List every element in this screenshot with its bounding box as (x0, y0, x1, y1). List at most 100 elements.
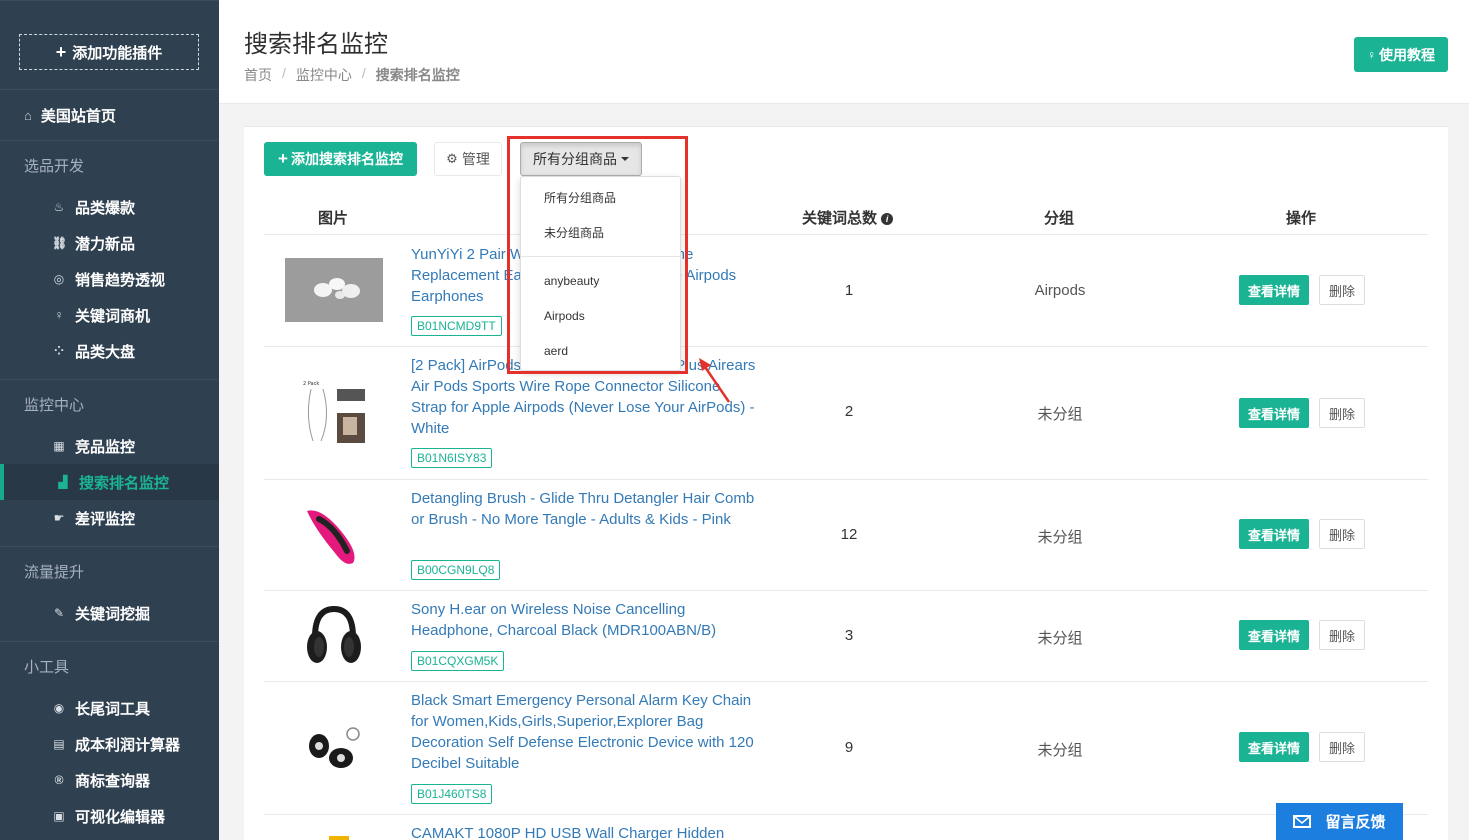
delete-button[interactable]: 删除 (1319, 519, 1365, 549)
registered-icon: ® (54, 773, 64, 787)
view-details-button[interactable]: 查看详情 (1239, 275, 1309, 305)
sidebar-add-wrap: + 添加功能插件 (0, 0, 219, 90)
asin-badge: B01J460TS8 (411, 784, 493, 804)
sidebar-item-label: 品类爆款 (75, 199, 136, 217)
annotation-arrow-icon (699, 358, 731, 403)
view-details-button[interactable]: 查看详情 (1239, 620, 1309, 650)
flame-icon: ♨ (53, 200, 65, 214)
group-name: 未分组 (1037, 630, 1083, 647)
sidebar-item-label: 差评监控 (75, 510, 136, 528)
add-plugin-button[interactable]: + 添加功能插件 (19, 34, 199, 70)
sidebar-section-traffic: 流量提升 ✎ 关键词挖掘 (0, 547, 219, 642)
asin-badge: B01CQXGM5K (411, 651, 505, 671)
sidebar-item-review-monitor[interactable]: ☛ 差评监控 (0, 500, 219, 536)
manage-label: 管理 (461, 151, 490, 167)
table-row: CAMAKT 1080P HD USB Wall Charger Hidden (264, 815, 1428, 840)
keyword-count: 2 (844, 403, 854, 420)
sidebar: + 添加功能插件 ⌂ 美国站首页 选品开发 ♨ 品类爆款 ⛓ 潜力新品 ◎ 销售趋势透… (0, 0, 219, 840)
view-details-button[interactable]: 查看详情 (1239, 732, 1309, 762)
column-header-image: 图片 (318, 210, 349, 227)
svg-text:2 Pack: 2 Pack (303, 381, 319, 387)
keyword-count: 1 (844, 282, 854, 299)
sidebar-item-keyword-mining[interactable]: ✎ 关键词挖掘 (0, 595, 219, 631)
sidebar-home-label: 美国站首页 (40, 107, 116, 125)
info-icon[interactable]: i (881, 213, 894, 225)
product-title-link[interactable]: CAMAKT 1080P HD USB Wall Charger Hidden (411, 823, 756, 840)
main-panel: + 添加搜索排名监控 ⚙ 管理 所有分组商品 图片 关键词总数 i 分组 操作 (244, 126, 1448, 840)
sidebar-item-label: 成本利润计算器 (75, 736, 181, 754)
keyword-count: 9 (844, 739, 854, 756)
sidebar-item-profit-calculator[interactable]: ▤ 成本利润计算器 (0, 726, 219, 762)
keyword-count: 3 (844, 627, 854, 644)
product-image (301, 829, 367, 840)
envelope-icon (1293, 815, 1312, 828)
view-details-button[interactable]: 查看详情 (1239, 519, 1309, 549)
delete-button[interactable]: 删除 (1319, 732, 1365, 762)
view-details-button[interactable]: 查看详情 (1239, 398, 1309, 428)
sidebar-item-label: 关键词商机 (75, 307, 151, 325)
sidebar-item-label: 潜力新品 (75, 235, 136, 253)
group-name: 未分组 (1037, 742, 1083, 759)
sidebar-item-longtail-tool[interactable]: ◉ 长尾词工具 (0, 690, 219, 726)
breadcrumb-home[interactable]: 首页 (244, 65, 272, 85)
sidebar-item-category-hot[interactable]: ♨ 品类爆款 (0, 189, 219, 225)
add-search-rank-label: 添加搜索排名监控 (290, 151, 403, 167)
breadcrumb-separator: / (361, 65, 366, 81)
column-header-group: 分组 (1044, 210, 1075, 227)
sidebar-item-sales-trend[interactable]: ◎ 销售趋势透视 (0, 261, 219, 297)
column-header-keyword-count: 关键词总数 (802, 210, 878, 227)
page-title: 搜索排名监控 (244, 31, 388, 58)
product-title-link[interactable]: Sony H.ear on Wireless Noise Cancelling … (411, 599, 751, 641)
sidebar-item-visual-editor[interactable]: ▣ 可视化编辑器 (0, 798, 219, 834)
plus-icon: + (55, 41, 67, 62)
sidebar-item-keyword-opportunity[interactable]: ♀ 关键词商机 (0, 297, 219, 333)
sidebar-item-competitor-monitor[interactable]: ▦ 竞品监控 (0, 428, 219, 464)
breadcrumb-monitor[interactable]: 监控中心 (296, 65, 352, 85)
sidebar-section-tools: 小工具 ◉ 长尾词工具 ▤ 成本利润计算器 ® 商标查询器 ▣ 可视化编辑器 (0, 642, 219, 840)
edit-icon: ✎ (53, 606, 65, 620)
column-header-keyword-count-wrap: 关键词总数 i (802, 207, 894, 228)
page-header: 搜索排名监控 首页 / 监控中心 / 搜索排名监控 ♀ 使用教程 (219, 0, 1469, 104)
asin-badge: B01NCMD9TT (411, 316, 502, 336)
calculator-icon: ▤ (53, 737, 65, 751)
product-image (285, 258, 383, 325)
sidebar-item-home[interactable]: ⌂ 美国站首页 (0, 90, 219, 141)
delete-button[interactable]: 删除 (1319, 275, 1365, 305)
feedback-label: 留言反馈 (1325, 814, 1386, 831)
product-title-link[interactable]: Black Smart Emergency Personal Alarm Key… (411, 690, 756, 774)
breadcrumb-separator: / (282, 65, 286, 81)
globe-icon: ◎ (53, 272, 65, 286)
feedback-button[interactable]: 留言反馈 (1276, 803, 1403, 840)
sidebar-section-title: 流量提升 (24, 563, 85, 581)
sidebar-item-trademark-search[interactable]: ® 商标查询器 (0, 762, 219, 798)
add-plugin-label: 添加功能插件 (72, 44, 163, 62)
link-icon: ⛓ (52, 236, 68, 250)
asin-badge: B00CGN9LQ8 (411, 560, 501, 580)
product-image: 2 Pack (301, 377, 367, 450)
table-row: Black Smart Emergency Personal Alarm Key… (264, 682, 1428, 815)
manage-button[interactable]: ⚙ 管理 (434, 142, 502, 176)
delete-button[interactable]: 删除 (1319, 620, 1365, 650)
sidebar-section-title: 选品开发 (24, 157, 85, 175)
grid-icon: ⁘ (53, 344, 65, 358)
lightbulb-icon: ♀ (1367, 47, 1376, 62)
sidebar-section-monitor: 监控中心 ▦ 竞品监控 ▟ 搜索排名监控 ☛ 差评监控 (0, 380, 219, 547)
sidebar-item-label: 可视化编辑器 (75, 808, 166, 826)
add-search-rank-button[interactable]: + 添加搜索排名监控 (264, 142, 417, 176)
sidebar-item-search-rank-monitor[interactable]: ▟ 搜索排名监控 (0, 464, 219, 500)
group-name: 未分组 (1037, 406, 1083, 423)
sidebar-item-category-market[interactable]: ⁘ 品类大盘 (0, 333, 219, 369)
product-title-link[interactable]: Detangling Brush - Glide Thru Detangler … (411, 488, 756, 530)
column-header-actions: 操作 (1286, 210, 1317, 227)
keyword-count: 12 (840, 526, 858, 543)
tutorial-button[interactable]: ♀ 使用教程 (1354, 37, 1448, 72)
table-row: Sony H.ear on Wireless Noise Cancelling … (264, 591, 1428, 682)
sidebar-item-potential-new[interactable]: ⛓ 潜力新品 (0, 225, 219, 261)
home-icon: ⌂ (24, 107, 32, 123)
asin-badge: B01N6ISY83 (411, 448, 493, 468)
delete-button[interactable]: 删除 (1319, 398, 1365, 428)
breadcrumb-current: 搜索排名监控 (375, 67, 460, 83)
sidebar-item-label: 品类大盘 (75, 343, 136, 361)
product-image (301, 601, 367, 674)
sidebar-section-title: 监控中心 (24, 396, 85, 414)
